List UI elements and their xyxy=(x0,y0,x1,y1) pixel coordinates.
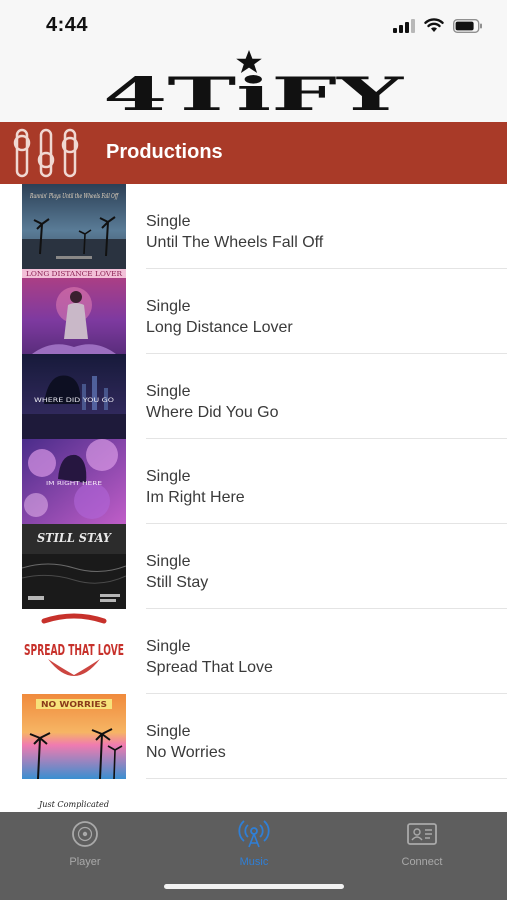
release-type: Single xyxy=(146,383,191,400)
release-row[interactable]: Just Complicated xyxy=(0,779,507,812)
release-type: Single xyxy=(146,213,191,230)
cover-art: Just Complicated xyxy=(22,779,126,812)
release-row[interactable]: LONG DISTANCE LOVER Single Long Distance… xyxy=(0,269,507,354)
release-row[interactable]: STILL STAY Single Still Stay xyxy=(0,524,507,609)
cover-art: Runnin' Plays Until the Wheels Fall Off xyxy=(22,184,126,269)
release-row[interactable]: IM RIGHT HERE Single Im Right Here xyxy=(0,439,507,524)
logo-area: 4TiFY xyxy=(0,50,507,122)
tab-label: Music xyxy=(239,856,269,868)
release-type: Single xyxy=(146,468,191,485)
cover-art: IM RIGHT HERE xyxy=(22,439,126,524)
tab-connect[interactable]: Connect xyxy=(362,820,482,870)
release-type: Single xyxy=(146,723,191,740)
equalizer-icon[interactable] xyxy=(12,127,80,179)
svg-text:WHERE DID YOU GO: WHERE DID YOU GO xyxy=(34,397,114,404)
release-type: Single xyxy=(146,553,191,570)
disc-icon xyxy=(72,821,98,847)
cover-art: SPREAD THAT LOVE xyxy=(22,609,126,694)
status-icons xyxy=(393,18,483,33)
contact-card-icon xyxy=(407,823,437,845)
status-time: 4:44 xyxy=(46,14,89,36)
broadcast-icon xyxy=(238,820,270,848)
tab-label: Player xyxy=(69,856,101,868)
cover-art: WHERE DID YOU GO xyxy=(22,354,126,439)
cover-art: LONG DISTANCE LOVER xyxy=(22,269,126,354)
svg-text:SPREAD THAT LOVE: SPREAD THAT LOVE xyxy=(24,641,124,659)
battery-icon xyxy=(453,18,482,33)
release-row[interactable]: SPREAD THAT LOVE Single Spread That Love xyxy=(0,609,507,694)
page-title: Productions xyxy=(106,141,223,163)
section-header: Productions xyxy=(0,122,507,184)
tab-player[interactable]: Player xyxy=(25,820,145,870)
svg-text:LONG DISTANCE LOVER: LONG DISTANCE LOVER xyxy=(26,270,123,278)
release-row[interactable]: WHERE DID YOU GO Single Where Did You Go xyxy=(0,354,507,439)
release-row[interactable]: NO WORRIES Single No Worries xyxy=(0,694,507,779)
svg-text:STILL STAY: STILL STAY xyxy=(37,531,112,545)
home-indicator xyxy=(164,884,344,889)
tab-music[interactable]: Music xyxy=(194,820,314,870)
release-title: Long Distance Lover xyxy=(146,319,293,336)
wifi-icon xyxy=(424,18,444,32)
release-type: Single xyxy=(146,298,191,315)
status-bar: 4:44 xyxy=(0,0,507,50)
cover-art: NO WORRIES xyxy=(22,694,126,779)
svg-text:Runnin' Plays Until the Wheels: Runnin' Plays Until the Wheels Fall Off xyxy=(29,193,119,200)
tab-label: Connect xyxy=(401,856,443,868)
svg-text:IM RIGHT HERE: IM RIGHT HERE xyxy=(46,481,103,487)
release-title: Spread That Love xyxy=(146,659,273,676)
release-title: No Worries xyxy=(146,744,226,761)
release-title: Until The Wheels Fall Off xyxy=(146,234,324,251)
release-title: Still Stay xyxy=(146,574,209,591)
release-type: Single xyxy=(146,638,191,655)
app-logo: 4TiFY xyxy=(103,50,405,120)
release-title: Im Right Here xyxy=(146,489,245,506)
svg-text:Just Complicated: Just Complicated xyxy=(37,800,109,809)
logo-wordmark: 4TiFY xyxy=(103,67,405,120)
release-title: Where Did You Go xyxy=(146,404,279,421)
releases-list[interactable]: Runnin' Plays Until the Wheels Fall Off … xyxy=(0,184,507,812)
svg-text:NO WORRIES: NO WORRIES xyxy=(41,700,107,709)
cover-art: STILL STAY xyxy=(22,524,126,609)
release-row[interactable]: Runnin' Plays Until the Wheels Fall Off … xyxy=(0,184,507,269)
cellular-signal-icon xyxy=(393,18,415,33)
